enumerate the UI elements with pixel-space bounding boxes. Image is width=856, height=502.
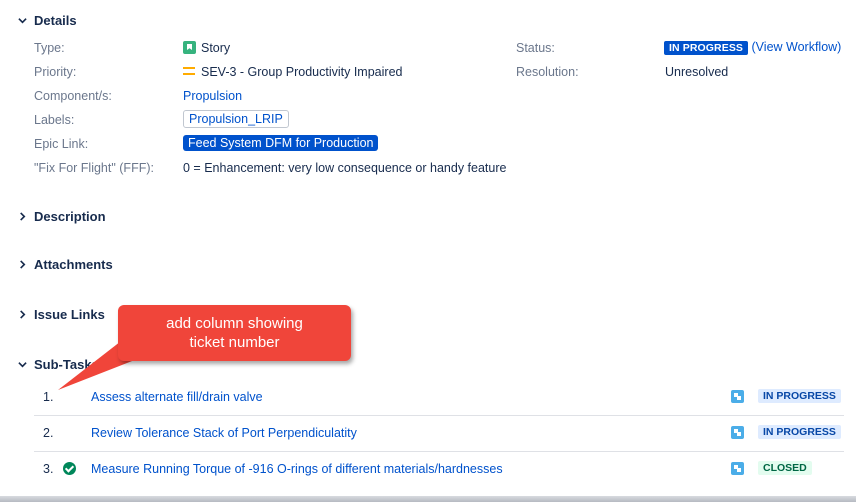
subtask-summary-link[interactable]: Measure Running Torque of -916 O-rings o…	[91, 462, 503, 476]
description-heading: Description	[34, 209, 106, 224]
component-link[interactable]: Propulsion	[183, 89, 242, 103]
subtask-type-icon	[731, 390, 744, 403]
issue-links-heading: Issue Links	[34, 307, 105, 322]
status-lozenge[interactable]: IN PROGRESS	[664, 41, 749, 55]
priority-medium-icon	[183, 67, 195, 75]
description-section-toggle[interactable]: Description	[18, 209, 106, 224]
status-label: Status:	[516, 41, 555, 55]
label-chip[interactable]: Propulsion_LRIP	[183, 110, 289, 128]
labels-value: Propulsion_LRIP	[183, 110, 289, 128]
subtask-status-lozenge[interactable]: IN PROGRESS	[758, 389, 841, 403]
status-value: IN PROGRESS (View Workflow)	[664, 40, 841, 55]
window-bottom-edge	[0, 496, 856, 502]
labels-label: Labels:	[34, 113, 75, 127]
subtask-number: 1.	[43, 390, 54, 404]
subtask-row[interactable]: 3. Measure Running Torque of -916 O-ring…	[34, 451, 844, 487]
subtask-type-icon	[731, 426, 744, 439]
components-label: Component/s:	[34, 89, 112, 103]
priority-label: Priority:	[34, 65, 77, 79]
callout-line-2: ticket number	[189, 334, 280, 351]
subtask-row[interactable]: 2. Review Tolerance Stack of Port Perpen…	[34, 415, 844, 452]
subtask-status-lozenge[interactable]: CLOSED	[758, 461, 812, 475]
epic-link-value: Feed System DFM for Production	[183, 135, 379, 151]
chevron-down-icon	[18, 362, 27, 368]
view-workflow-link[interactable]: (View Workflow)	[752, 40, 842, 54]
epic-link-label: Epic Link:	[34, 137, 89, 151]
details-section-toggle[interactable]: Details	[18, 13, 77, 28]
attachments-heading: Attachments	[34, 257, 113, 272]
story-icon	[183, 41, 196, 54]
annotation-callout: add column showing ticket number	[118, 305, 351, 361]
chevron-right-icon	[20, 212, 26, 221]
type-label: Type:	[34, 41, 65, 55]
fff-label: "Fix For Flight" (FFF):	[34, 161, 154, 175]
details-heading: Details	[34, 13, 77, 28]
type-value: Story	[183, 41, 230, 55]
callout-line-1: add column showing	[166, 315, 303, 332]
fff-value: 0 = Enhancement: very low consequence or…	[183, 161, 507, 175]
chevron-right-icon	[20, 260, 26, 269]
resolved-check-icon	[63, 462, 76, 475]
issue-links-section-toggle[interactable]: Issue Links	[18, 307, 105, 322]
resolution-value: Unresolved	[665, 65, 729, 79]
attachments-section-toggle[interactable]: Attachments	[18, 257, 113, 272]
subtask-number: 2.	[43, 426, 54, 440]
epic-link-chip[interactable]: Feed System DFM for Production	[183, 135, 379, 151]
subtask-type-icon	[731, 462, 744, 475]
resolution-label: Resolution:	[516, 65, 579, 79]
chevron-right-icon	[20, 310, 26, 319]
chevron-down-icon	[18, 18, 27, 24]
priority-value: SEV-3 - Group Productivity Impaired	[183, 65, 402, 79]
subtask-number: 3.	[43, 462, 54, 476]
subtask-summary-link[interactable]: Review Tolerance Stack of Port Perpendic…	[91, 426, 357, 440]
subtask-status-lozenge[interactable]: IN PROGRESS	[758, 425, 841, 439]
